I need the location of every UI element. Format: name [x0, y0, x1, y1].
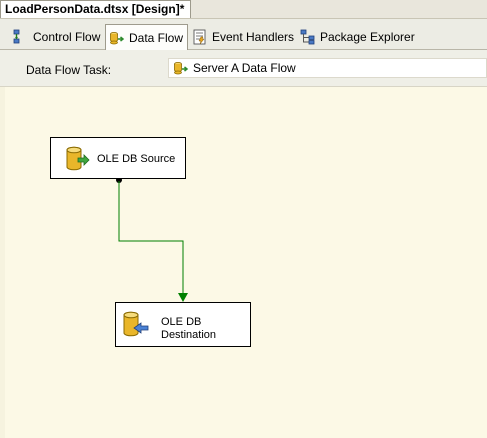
control-flow-icon — [13, 29, 29, 45]
designer-tab-bar: Control Flow Data Flow Event Handlers Pa… — [0, 19, 487, 50]
task-selector-row: Data Flow Task: Server A Data Flow — [0, 50, 487, 87]
tab-control-flow-label: Control Flow — [33, 29, 101, 44]
tab-package-explorer-label: Package Explorer — [320, 29, 415, 44]
ole-db-source-component[interactable]: OLE DB Source — [50, 137, 186, 179]
tab-event-handlers-label: Event Handlers — [212, 29, 295, 44]
document-tab-title: LoadPersonData.dtsx [Design]* — [5, 2, 185, 16]
data-flow-task-value: Server A Data Flow — [193, 61, 296, 75]
tab-event-handlers[interactable]: Event Handlers — [189, 26, 298, 47]
tab-data-flow[interactable]: Data Flow — [105, 24, 189, 50]
ole-db-destination-component[interactable]: OLE DB Destination — [115, 302, 251, 347]
package-explorer-icon — [300, 29, 316, 45]
data-flow-task-icon — [173, 60, 189, 76]
ole-db-destination-label-line-2: Destination — [161, 329, 217, 341]
document-tab-strip: LoadPersonData.dtsx [Design]* — [0, 0, 487, 19]
tab-package-explorer[interactable]: Package Explorer — [297, 26, 419, 47]
ole-db-source-label: OLE DB Source — [97, 153, 176, 165]
ole-db-destination-label: OLE DB Destination — [161, 316, 216, 342]
ole-db-source-icon — [66, 146, 90, 171]
event-handlers-icon — [192, 29, 208, 45]
ole-db-destination-icon — [123, 311, 149, 337]
data-flow-task-label: Data Flow Task: — [26, 63, 112, 77]
tab-control-flow[interactable]: Control Flow — [10, 26, 104, 47]
data-flow-icon — [109, 30, 125, 46]
data-flow-task-dropdown[interactable]: Server A Data Flow — [168, 58, 487, 78]
tab-data-flow-label: Data Flow — [129, 30, 184, 45]
document-tab[interactable]: LoadPersonData.dtsx [Design]* — [0, 0, 192, 18]
ole-db-destination-label-line-1: OLE DB — [161, 316, 202, 328]
